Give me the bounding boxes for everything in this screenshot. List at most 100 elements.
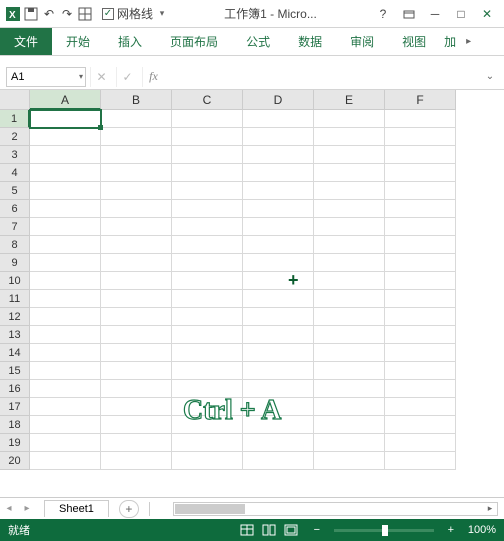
cell[interactable] [30,308,101,326]
enter-icon[interactable]: ✓ [116,67,138,87]
cell[interactable] [172,452,243,470]
cell[interactable] [314,398,385,416]
cell[interactable] [101,344,172,362]
view-page-layout-icon[interactable] [262,524,284,536]
cell[interactable] [385,254,456,272]
cell[interactable] [314,128,385,146]
cell[interactable] [101,362,172,380]
cell[interactable] [314,254,385,272]
tab-view[interactable]: 视图 [388,28,440,55]
cell[interactable] [30,434,101,452]
cell[interactable] [172,434,243,452]
cell[interactable] [385,128,456,146]
zoom-level[interactable]: 100% [468,524,496,536]
cell[interactable] [172,272,243,290]
tab-file[interactable]: 文件 [0,28,52,55]
cell[interactable] [243,398,314,416]
cell[interactable] [101,272,172,290]
name-box-dropdown-icon[interactable]: ▾ [79,72,83,81]
view-normal-icon[interactable] [240,524,262,536]
column-header[interactable]: E [314,90,385,110]
cell[interactable] [101,290,172,308]
scroll-right-icon[interactable]: ▸ [483,503,497,515]
cell[interactable] [30,326,101,344]
view-page-break-icon[interactable] [284,524,306,536]
cell[interactable] [385,380,456,398]
row-header[interactable]: 17 [0,398,30,416]
cell[interactable] [172,380,243,398]
row-header[interactable]: 3 [0,146,30,164]
cell[interactable] [101,308,172,326]
cell[interactable] [314,326,385,344]
row-header[interactable]: 9 [0,254,30,272]
row-header[interactable]: 6 [0,200,30,218]
cell[interactable] [101,146,172,164]
horizontal-scrollbar[interactable]: ◂ ▸ [173,502,498,516]
cell[interactable] [243,362,314,380]
cell[interactable] [30,380,101,398]
cell[interactable] [101,452,172,470]
ribbon-overflow-icon[interactable]: ▸ [460,28,477,55]
row-header[interactable]: 13 [0,326,30,344]
tab-home[interactable]: 开始 [52,28,104,55]
column-header[interactable]: D [243,90,314,110]
cell[interactable] [172,362,243,380]
cell[interactable] [30,182,101,200]
cell[interactable] [243,272,314,290]
cell[interactable] [385,326,456,344]
cell[interactable] [243,326,314,344]
tab-insert[interactable]: 插入 [104,28,156,55]
cell[interactable] [243,416,314,434]
cell[interactable] [385,146,456,164]
row-header[interactable]: 15 [0,362,30,380]
undo-icon[interactable]: ↶ [40,5,58,23]
cell[interactable] [385,272,456,290]
row-header[interactable]: 7 [0,218,30,236]
tab-review[interactable]: 审阅 [336,28,388,55]
cell[interactable] [172,398,243,416]
ribbon-collapse-icon[interactable] [396,4,422,24]
cell[interactable] [314,164,385,182]
scroll-thumb[interactable] [175,504,245,514]
cell[interactable] [385,164,456,182]
spreadsheet-grid[interactable]: ABCDEF1234567891011121314151617181920 [0,90,504,470]
cell[interactable] [314,218,385,236]
cell[interactable] [243,380,314,398]
row-header[interactable]: 11 [0,290,30,308]
cell[interactable] [385,236,456,254]
cell[interactable] [385,290,456,308]
cell[interactable] [314,182,385,200]
cell[interactable] [243,200,314,218]
cell[interactable] [385,398,456,416]
cell[interactable] [30,164,101,182]
cell[interactable] [243,452,314,470]
cell[interactable] [385,434,456,452]
row-header[interactable]: 12 [0,308,30,326]
cell[interactable] [172,128,243,146]
redo-icon[interactable]: ↷ [58,5,76,23]
cell[interactable] [30,398,101,416]
row-header[interactable]: 8 [0,236,30,254]
cell[interactable] [30,218,101,236]
cell[interactable] [385,452,456,470]
cancel-icon[interactable]: ✕ [90,67,112,87]
cell[interactable] [172,236,243,254]
cell[interactable] [385,308,456,326]
row-header[interactable]: 16 [0,380,30,398]
cell[interactable] [101,434,172,452]
cell[interactable] [314,416,385,434]
row-header[interactable]: 4 [0,164,30,182]
cell[interactable] [385,182,456,200]
cell[interactable] [172,344,243,362]
tab-data[interactable]: 数据 [284,28,336,55]
cell[interactable] [101,236,172,254]
select-all-corner[interactable] [0,90,30,110]
cell[interactable] [30,362,101,380]
cell[interactable] [101,110,172,128]
cell[interactable] [101,254,172,272]
cell[interactable] [172,290,243,308]
name-box[interactable]: A1 ▾ [6,67,86,87]
cell[interactable] [30,344,101,362]
column-header[interactable]: A [30,90,101,110]
cell[interactable] [30,146,101,164]
